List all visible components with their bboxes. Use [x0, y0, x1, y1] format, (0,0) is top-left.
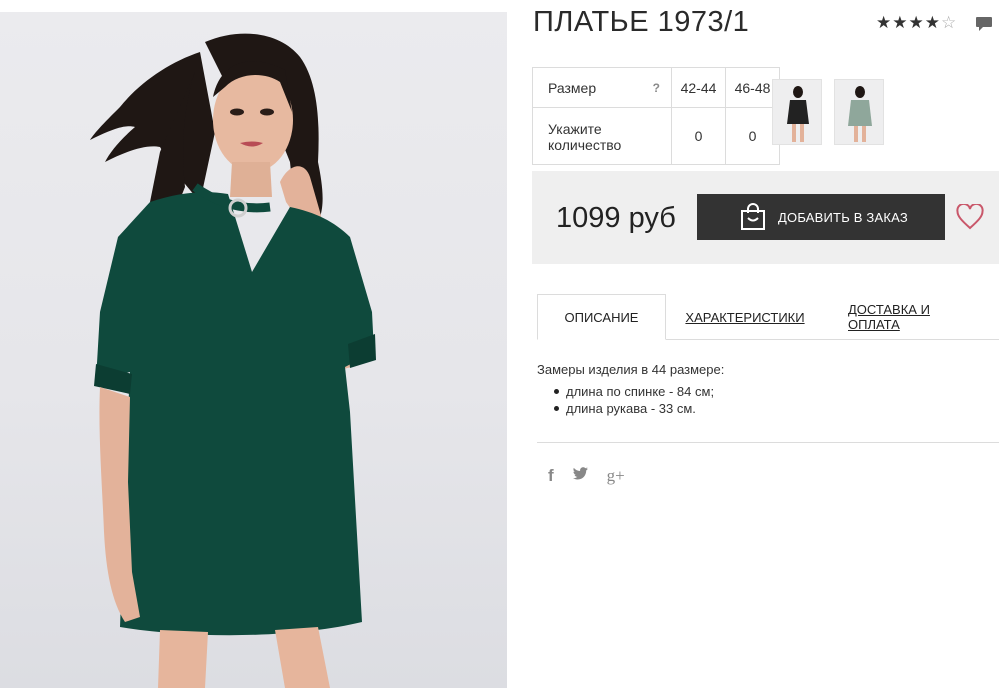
google-plus-icon[interactable]: g+ [607, 466, 625, 486]
quantity-input[interactable]: 0 [671, 107, 726, 165]
star-icon[interactable]: ★ [876, 13, 891, 33]
description-panel: Замеры изделия в 44 размере: длина по сп… [537, 362, 724, 417]
description-intro: Замеры изделия в 44 размере: [537, 362, 725, 377]
add-to-order-button[interactable]: ДОБАВИТЬ В ЗАКАЗ [697, 194, 945, 240]
tab-characteristics[interactable]: ХАРАКТЕРИСТИКИ [685, 294, 804, 340]
size-option: 42-44 [671, 67, 726, 108]
size-label: Размер [532, 67, 642, 108]
comment-icon[interactable] [975, 16, 993, 37]
twitter-icon[interactable] [572, 467, 588, 485]
star-icon[interactable]: ★ [925, 13, 940, 33]
description-item: длина по спинке - 84 см; [553, 383, 724, 400]
add-to-order-label: ДОБАВИТЬ В ЗАКАЗ [778, 209, 908, 225]
quantity-label: Укажите количество [532, 107, 672, 165]
divider [537, 442, 999, 443]
star-empty-icon[interactable]: ☆ [941, 13, 956, 33]
product-thumbnail[interactable] [772, 79, 822, 145]
info-tabs: ОПИСАНИЕ ХАРАКТЕРИСТИКИ ДОСТАВКА И ОПЛАТ… [537, 294, 999, 340]
tab-description[interactable]: ОПИСАНИЕ [537, 294, 666, 340]
shopping-bag-icon [740, 203, 766, 231]
price-panel: 1099 руб ДОБАВИТЬ В ЗАКАЗ [532, 171, 999, 264]
facebook-icon[interactable]: f [548, 466, 554, 486]
size-help-icon[interactable]: ? [641, 67, 672, 108]
product-photo[interactable] [0, 12, 507, 688]
price: 1099 руб [556, 202, 676, 234]
dress-model-image [90, 33, 376, 688]
description-item: длина рукава - 33 см. [553, 400, 724, 417]
product-thumbnail[interactable] [834, 79, 884, 145]
product-title: ПЛАТЬЕ 1973/1 [533, 6, 750, 38]
social-share: f g+ [548, 466, 625, 486]
star-icon[interactable]: ★ [892, 13, 907, 33]
size-table: Размер ? 42-44 46-48 Укажите количество … [532, 67, 780, 165]
rating-stars[interactable]: ★ ★ ★ ★ ☆ [876, 13, 956, 33]
star-icon[interactable]: ★ [909, 13, 924, 33]
tab-delivery-payment[interactable]: ДОСТАВКА И ОПЛАТА [848, 294, 974, 340]
heart-icon[interactable] [956, 202, 984, 235]
